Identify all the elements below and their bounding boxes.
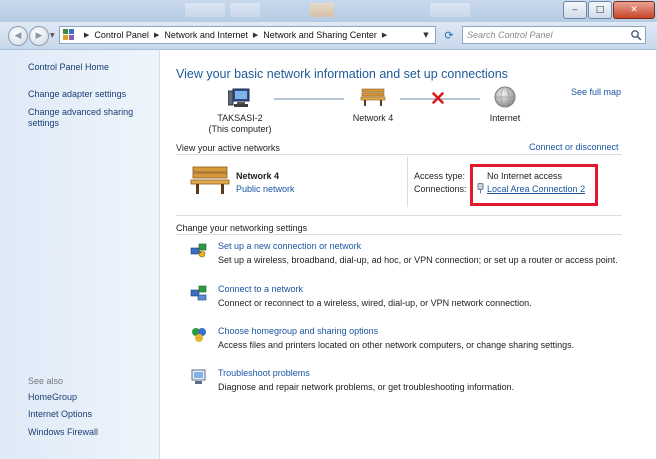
new-connection-icon: [190, 241, 208, 259]
sidebar: Control Panel Home Change adapter settin…: [0, 50, 160, 459]
breadcrumb-network-and-sharing-center[interactable]: Network and Sharing Center: [263, 30, 377, 40]
section-divider: [176, 234, 622, 235]
window-controls: ‒ □ ✕: [562, 1, 655, 19]
set-up-connection-link[interactable]: Set up a new connection or network: [218, 241, 361, 251]
homegroup-icon: [190, 326, 208, 344]
internet-globe-icon: [494, 86, 516, 110]
computer-icon: [227, 88, 252, 110]
background-tab-ghost: [185, 3, 225, 17]
search-input[interactable]: [467, 28, 627, 42]
no-connection-x-icon: [432, 92, 444, 106]
network-node-label: Network 4: [352, 113, 394, 123]
troubleshoot-problems-link[interactable]: Troubleshoot problems: [218, 368, 310, 378]
highlight-annotation-box: [470, 164, 598, 206]
sidebar-link-homegroup[interactable]: HomeGroup: [28, 392, 154, 403]
task-description: Set up a wireless, broadband, dial-up, a…: [218, 255, 618, 265]
active-network-name: Network 4: [236, 171, 280, 181]
sidebar-link-internet-options[interactable]: Internet Options: [28, 409, 154, 420]
vertical-divider: [407, 157, 408, 207]
internet-node-label: Internet: [489, 113, 521, 123]
task-description: Diagnose and repair network problems, or…: [218, 382, 515, 392]
back-button[interactable]: ◀: [8, 26, 28, 46]
task-description: Connect or reconnect to a wireless, wire…: [218, 298, 532, 308]
sidebar-link-change-advanced-sharing[interactable]: Change advanced sharing settings: [28, 107, 140, 129]
address-bar[interactable]: ▶ Control Panel ▶ Network and Internet ▶…: [59, 26, 436, 44]
see-full-map-link[interactable]: See full map: [571, 87, 621, 97]
see-also-heading: See also: [28, 376, 64, 386]
active-networks-title: View your active networks: [176, 143, 280, 153]
breadcrumb-separator[interactable]: ▶: [84, 31, 89, 39]
homegroup-sharing-link[interactable]: Choose homegroup and sharing options: [218, 326, 378, 336]
address-history-dropdown[interactable]: ▼: [419, 28, 433, 42]
active-network-bench-icon: [190, 165, 230, 197]
breadcrumb-network-and-internet[interactable]: Network and Internet: [164, 30, 248, 40]
sidebar-link-windows-firewall[interactable]: Windows Firewall: [28, 427, 154, 438]
network-type-link[interactable]: Public network: [236, 184, 295, 194]
networking-settings-title: Change your networking settings: [176, 223, 308, 233]
breadcrumb-separator[interactable]: ▶: [382, 31, 387, 39]
sidebar-link-control-panel-home[interactable]: Control Panel Home: [28, 62, 154, 73]
section-divider: [176, 154, 622, 155]
background-tab-ghost: [430, 3, 470, 17]
main-content: View your basic network information and …: [160, 50, 657, 459]
bench-icon: [360, 87, 386, 109]
page-heading: View your basic network information and …: [176, 67, 508, 81]
refresh-button[interactable]: ⟳: [440, 27, 458, 43]
navigation-bar: ◀ ▶ ▼ ▶ Control Panel ▶ Network and Inte…: [0, 22, 657, 50]
minimize-button[interactable]: ‒: [563, 1, 587, 19]
section-divider: [176, 215, 622, 216]
recent-pages-dropdown[interactable]: ▼: [50, 32, 55, 39]
search-icon[interactable]: [630, 29, 642, 41]
close-button[interactable]: ✕: [613, 1, 655, 19]
troubleshoot-icon: [190, 368, 208, 386]
control-panel-icon: [63, 29, 75, 41]
breadcrumb-separator[interactable]: ▶: [154, 31, 159, 39]
computer-node: TAKSASI-2 (This computer): [200, 113, 280, 135]
computer-name: TAKSASI-2: [217, 113, 263, 123]
search-box[interactable]: [462, 26, 646, 44]
breadcrumb-separator[interactable]: ▶: [253, 31, 258, 39]
background-tab-ghost: [230, 3, 260, 17]
forward-button[interactable]: ▶: [29, 26, 49, 46]
maximize-button[interactable]: □: [588, 1, 612, 19]
background-tab-ghost: [310, 3, 334, 17]
connection-line: [274, 98, 344, 100]
connections-label: Connections:: [414, 184, 467, 194]
task-description: Access files and printers located on oth…: [218, 340, 575, 350]
connect-network-icon: [190, 284, 208, 302]
access-type-label: Access type:: [414, 171, 466, 181]
computer-subtitle: (This computer): [208, 124, 272, 134]
title-bar: ‒ □ ✕: [0, 0, 657, 23]
connect-to-network-link[interactable]: Connect to a network: [218, 284, 303, 294]
connect-or-disconnect-link[interactable]: Connect or disconnect: [529, 142, 619, 152]
breadcrumb-control-panel[interactable]: Control Panel: [94, 30, 149, 40]
sidebar-link-change-adapter-settings[interactable]: Change adapter settings: [28, 89, 154, 100]
